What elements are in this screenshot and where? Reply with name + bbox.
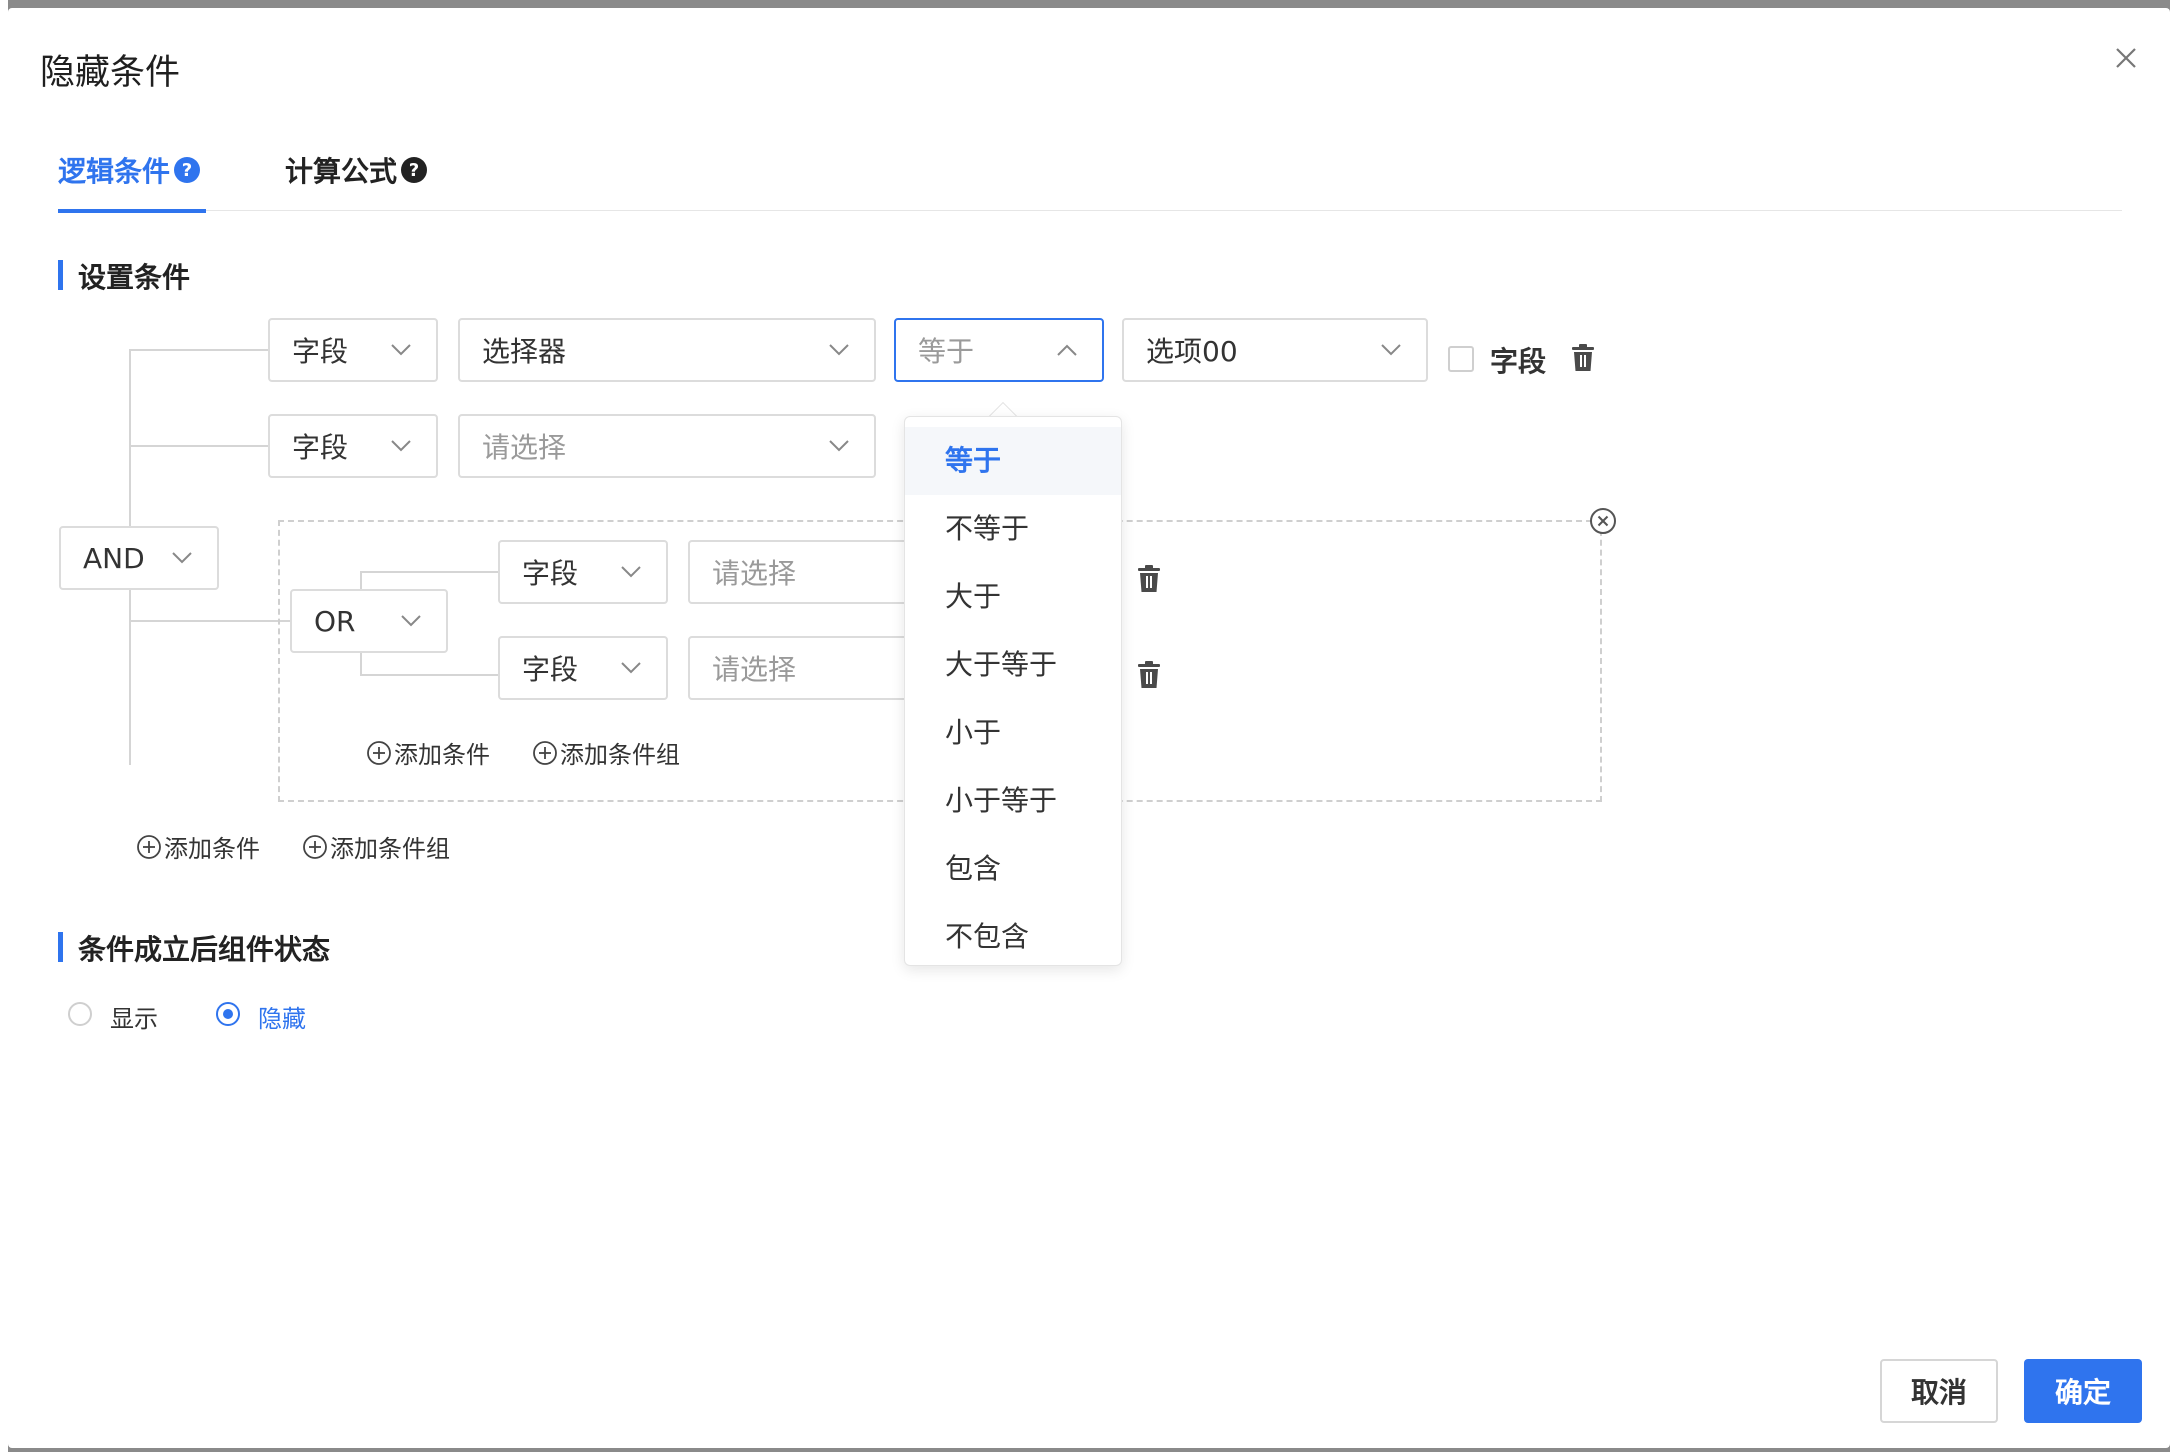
trash-icon[interactable] xyxy=(1136,565,1162,593)
operator-option[interactable]: 不包含 xyxy=(905,903,1121,965)
tab-logic-conditions[interactable]: 逻辑条件 ? xyxy=(58,150,201,190)
tab-logic-conditions-label: 逻辑条件 xyxy=(58,155,171,188)
chevron-down-icon xyxy=(829,344,849,356)
tree-line xyxy=(129,349,276,351)
condition-1-operator: 等于 xyxy=(918,335,975,368)
plus-circle-icon xyxy=(137,834,161,859)
radio-show[interactable] xyxy=(68,1002,92,1026)
condition-2-field: 请选择 xyxy=(482,431,567,464)
tab-formula-label: 计算公式 xyxy=(285,155,398,188)
section-marker xyxy=(58,260,63,290)
help-circle-icon[interactable]: ? xyxy=(401,157,428,183)
tree-line xyxy=(360,674,506,676)
group-condition-1-field-select[interactable]: 请选择 xyxy=(688,540,928,604)
add-group-link[interactable]: 添加条件组 xyxy=(302,829,450,864)
condition-1-field-select[interactable]: 选择器 xyxy=(458,318,876,382)
chevron-down-icon xyxy=(172,552,192,564)
background-app-left xyxy=(0,0,8,1452)
operator-option[interactable]: 不等于 xyxy=(905,495,1121,563)
chevron-down-icon xyxy=(401,615,421,627)
condition-1-value-select[interactable]: 选项00 xyxy=(1122,318,1428,382)
group-condition-2-field-select[interactable]: 请选择 xyxy=(688,636,928,700)
operator-option[interactable]: 小于 xyxy=(905,699,1121,767)
condition-1-field: 选择器 xyxy=(482,335,567,368)
condition-2-type: 字段 xyxy=(292,431,349,464)
operator-option[interactable]: 包含 xyxy=(905,835,1121,903)
cancel-button[interactable]: 取消 xyxy=(1880,1359,1998,1423)
section-title-state: 条件成立后组件状态 xyxy=(78,933,331,966)
condition-1-type: 字段 xyxy=(292,335,349,368)
tab-divider xyxy=(58,210,2122,211)
operator-option[interactable]: 小于等于 xyxy=(905,767,1121,835)
operator-options-list: 等于 不等于 大于 大于等于 小于 小于等于 包含 不包含 xyxy=(905,417,1121,965)
radio-hide-label: 隐藏 xyxy=(258,1005,306,1033)
radio-show-label: 显示 xyxy=(110,1005,158,1033)
chevron-down-icon xyxy=(1381,344,1401,356)
remove-group-icon[interactable] xyxy=(1588,506,1618,536)
group-add-condition-label: 添加条件 xyxy=(394,741,490,769)
chevron-down-icon xyxy=(829,440,849,452)
operator-option[interactable]: 等于 xyxy=(905,427,1121,495)
condition-1-value: 选项00 xyxy=(1146,335,1238,368)
chevron-down-icon xyxy=(391,344,411,356)
background-app-right xyxy=(2170,0,2174,1452)
field-checkbox[interactable] xyxy=(1448,346,1474,372)
condition-1-type-select[interactable]: 字段 xyxy=(268,318,438,382)
group-condition-2-type-select[interactable]: 字段 xyxy=(498,636,668,700)
tree-line xyxy=(360,571,506,573)
group-condition-2-field: 请选择 xyxy=(712,653,797,686)
dialog-title: 隐藏条件 xyxy=(40,53,181,93)
active-tab-indicator xyxy=(58,209,206,213)
operator-option[interactable]: 大于 xyxy=(905,563,1121,631)
chevron-down-icon xyxy=(621,566,641,578)
plus-circle-icon xyxy=(367,740,391,765)
tree-line xyxy=(129,445,276,447)
tree-line xyxy=(129,620,299,622)
section-title-conditions: 设置条件 xyxy=(78,261,191,294)
section-marker xyxy=(58,932,63,962)
add-group-label: 添加条件组 xyxy=(330,835,450,863)
group-condition-2-type: 字段 xyxy=(522,653,579,686)
operator-dropdown: 等于 不等于 大于 大于等于 小于 小于等于 包含 不包含 xyxy=(904,416,1122,966)
hide-condition-dialog: 隐藏条件 逻辑条件 ? 计算公式 ? 设置条件 AND 字段 选择器 等于 选项… xyxy=(8,8,2170,1448)
trash-icon[interactable] xyxy=(1136,661,1162,689)
chevron-down-icon xyxy=(391,440,411,452)
group-condition-1-type-select[interactable]: 字段 xyxy=(498,540,668,604)
group-logic-value: OR xyxy=(314,604,356,638)
plus-circle-icon xyxy=(533,740,557,765)
group-add-group-link[interactable]: 添加条件组 xyxy=(532,735,680,770)
help-circle-icon[interactable]: ? xyxy=(174,157,201,183)
plus-circle-icon xyxy=(303,834,327,859)
condition-2-field-select[interactable]: 请选择 xyxy=(458,414,876,478)
tab-formula[interactable]: 计算公式 ? xyxy=(285,150,428,190)
operator-option[interactable]: 大于等于 xyxy=(905,631,1121,699)
field-checkbox-label: 字段 xyxy=(1490,345,1547,378)
chevron-down-icon xyxy=(621,662,641,674)
close-icon[interactable] xyxy=(2112,44,2140,72)
condition-1-operator-select[interactable]: 等于 xyxy=(894,318,1104,382)
add-condition-link[interactable]: 添加条件 xyxy=(136,829,260,864)
root-logic-value: AND xyxy=(83,541,145,575)
chevron-up-icon xyxy=(1057,344,1077,356)
group-logic-select[interactable]: OR xyxy=(290,589,448,653)
add-condition-label: 添加条件 xyxy=(164,835,260,863)
group-condition-1-field: 请选择 xyxy=(712,557,797,590)
group-condition-1-type: 字段 xyxy=(522,557,579,590)
group-add-condition-link[interactable]: 添加条件 xyxy=(366,735,490,770)
radio-hide[interactable] xyxy=(216,1002,240,1026)
trash-icon[interactable] xyxy=(1570,344,1596,372)
confirm-button[interactable]: 确定 xyxy=(2024,1359,2142,1423)
root-logic-select[interactable]: AND xyxy=(59,526,219,590)
group-add-group-label: 添加条件组 xyxy=(560,741,680,769)
condition-2-type-select[interactable]: 字段 xyxy=(268,414,438,478)
